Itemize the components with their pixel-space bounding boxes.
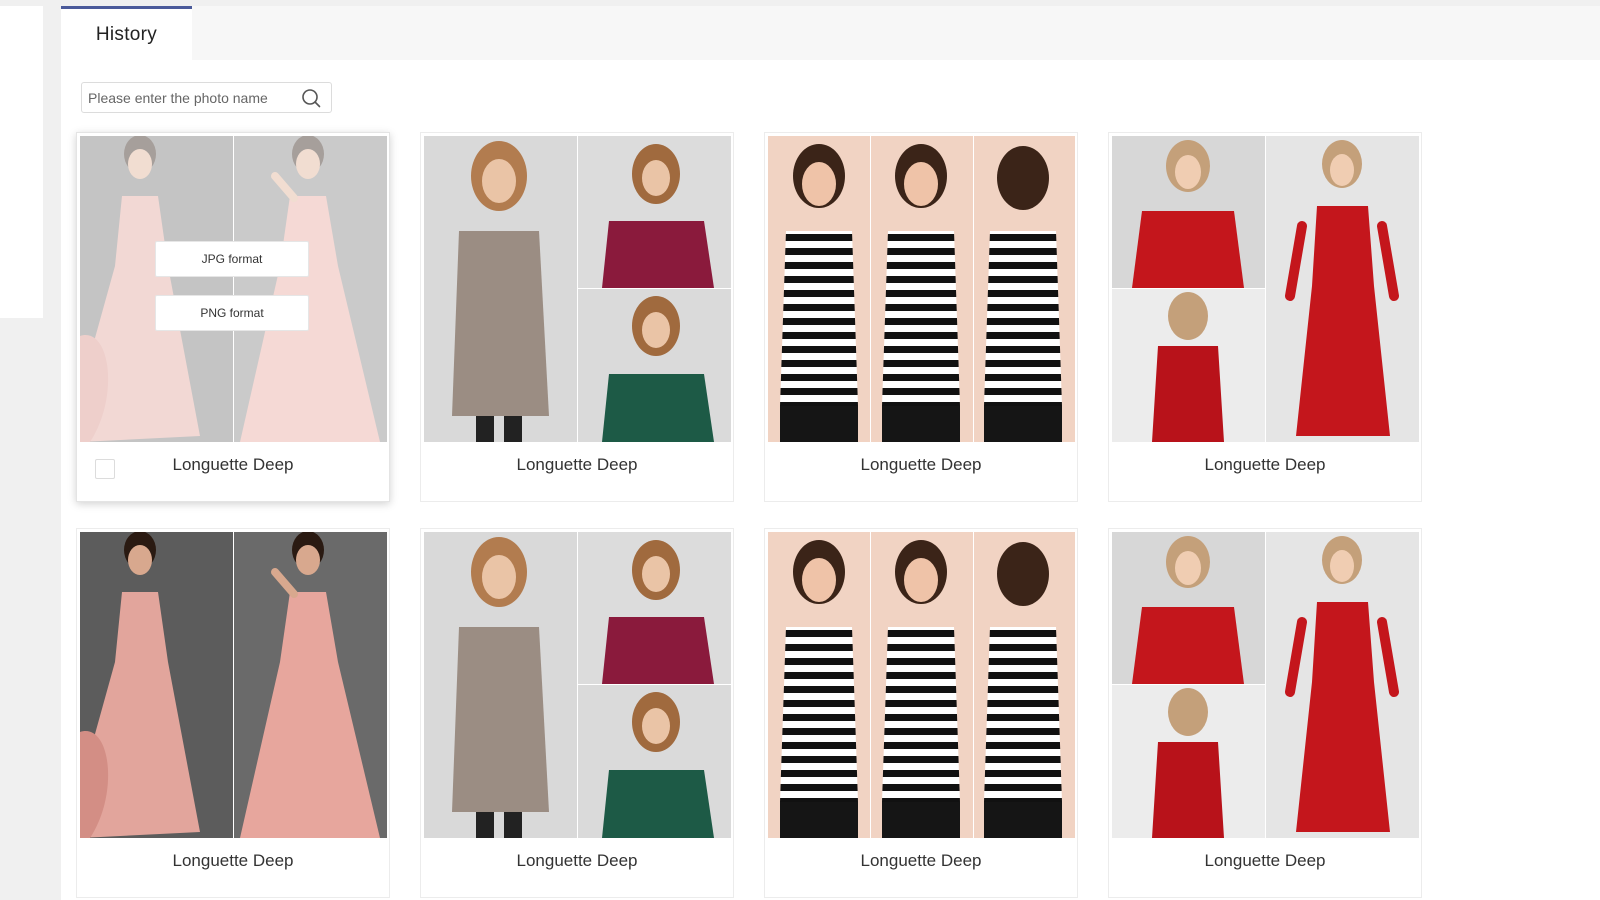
photo-card[interactable]: Longuette Deep [420, 132, 734, 502]
photo-name: Longuette Deep [172, 851, 294, 870]
photo-card[interactable]: Longuette Deep [1108, 132, 1422, 502]
pink-gown-collage-image [80, 532, 387, 838]
striped-tank-collage-image [768, 532, 1075, 838]
red-dress-collage-image [1112, 532, 1419, 838]
left-panel [0, 6, 43, 318]
search-input[interactable] [82, 83, 298, 112]
photo-name: Longuette Deep [516, 851, 638, 870]
photo-name: Longuette Deep [516, 455, 638, 474]
photo-grid: JPG format PNG format Longuette Deep Lon… [76, 132, 1436, 900]
photo-thumbnail[interactable] [1112, 136, 1419, 442]
photo-thumbnail[interactable]: JPG format PNG format [80, 136, 387, 442]
photo-thumbnail[interactable] [80, 532, 387, 838]
photo-name: Longuette Deep [1204, 455, 1326, 474]
tab-history[interactable]: History [61, 6, 192, 60]
striped-tank-collage-image [768, 136, 1075, 442]
jpg-format-button[interactable]: JPG format [155, 241, 309, 277]
photo-thumbnail[interactable] [768, 136, 1075, 442]
photo-card[interactable]: Longuette Deep [1108, 528, 1422, 898]
png-format-button[interactable]: PNG format [155, 295, 309, 331]
photo-name: Longuette Deep [172, 455, 294, 474]
photo-thumbnail[interactable] [768, 532, 1075, 838]
photo-name: Longuette Deep [860, 851, 982, 870]
photo-thumbnail[interactable] [424, 532, 731, 838]
photo-card[interactable]: Longuette Deep [764, 132, 1078, 502]
photo-card[interactable]: Longuette Deep [764, 528, 1078, 898]
photo-card[interactable]: JPG format PNG format Longuette Deep [76, 132, 390, 502]
tab-bar: History [61, 6, 1600, 60]
photo-name: Longuette Deep [1204, 851, 1326, 870]
photo-name: Longuette Deep [860, 455, 982, 474]
photo-thumbnail[interactable] [1112, 532, 1419, 838]
red-dress-collage-image [1112, 136, 1419, 442]
search-icon[interactable] [301, 88, 321, 108]
history-panel: History Please enter the photo name JPG … [61, 6, 1600, 900]
photo-card[interactable]: Longuette Deep [420, 528, 734, 898]
hover-overlay [80, 136, 387, 442]
photo-card[interactable]: Longuette Deep [76, 528, 390, 898]
search-box [81, 82, 332, 113]
photo-thumbnail[interactable] [424, 136, 731, 442]
sweater-collage-image [424, 532, 731, 838]
sweater-collage-image [424, 136, 731, 442]
